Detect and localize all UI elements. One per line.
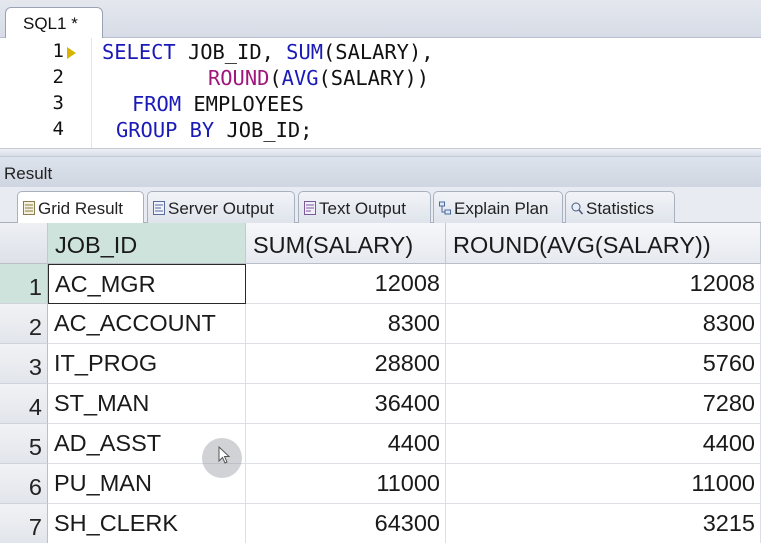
cell-round-avg-salary[interactable]: 5760: [446, 344, 761, 384]
tab-statistics[interactable]: Statistics: [565, 191, 675, 223]
sql-text: EMPLOYEES: [181, 92, 304, 116]
sql-keyword: SELECT: [102, 40, 176, 64]
result-panel-title: Result: [0, 157, 761, 187]
code-line-4: GROUP BY JOB_ID;: [116, 118, 312, 142]
column-header-sum-salary[interactable]: SUM(SALARY): [246, 223, 446, 264]
row-number[interactable]: 3: [0, 344, 48, 384]
cell-sum-salary[interactable]: 28800: [246, 344, 446, 384]
sql-text: (SALARY)): [318, 66, 430, 90]
tab-text-output[interactable]: Text Output: [298, 191, 431, 223]
editor-tab-strip: SQL1 *: [0, 0, 761, 38]
grid-icon: [23, 201, 35, 215]
row-number[interactable]: 5: [0, 424, 48, 464]
cell-sum-salary[interactable]: 8300: [246, 304, 446, 344]
column-header-job-id[interactable]: JOB_ID: [48, 223, 246, 264]
cell-round-avg-salary[interactable]: 11000: [446, 464, 761, 504]
line-number: 3: [52, 92, 64, 114]
tab-label: Explain Plan: [454, 199, 549, 218]
grid-corner: [0, 223, 48, 264]
cell-round-avg-salary[interactable]: 4400: [446, 424, 761, 464]
cell-round-avg-salary[interactable]: 8300: [446, 304, 761, 344]
tab-label: Grid Result: [38, 199, 124, 218]
statistics-icon: [571, 202, 583, 215]
cell-job-id[interactable]: SH_CLERK: [48, 504, 246, 543]
result-grid[interactable]: JOB_ID SUM(SALARY) ROUND(AVG(SALARY)) 1 …: [0, 223, 761, 543]
sql-editor[interactable]: 1 2 3 4 SELECT JOB_ID, SUM(SALARY), ROUN…: [0, 38, 761, 148]
sql-text: JOB_ID,: [175, 40, 287, 64]
sql-function: AVG: [281, 66, 319, 90]
cell-sum-salary[interactable]: 11000: [246, 464, 446, 504]
panel-splitter[interactable]: [0, 148, 761, 157]
code-line-2: ROUND(AVG(SALARY)): [208, 66, 429, 90]
cell-round-avg-salary[interactable]: 3215: [446, 504, 761, 543]
line-number: 4: [52, 118, 64, 140]
result-tab-strip: Grid Result Server Output Text Output Ex…: [0, 187, 761, 224]
tab-grid-result[interactable]: Grid Result: [17, 191, 144, 224]
column-header-round-avg-salary[interactable]: ROUND(AVG(SALARY)): [446, 223, 761, 264]
current-line-arrow-icon: [67, 47, 76, 59]
sql-text: (: [269, 66, 282, 90]
server-output-icon: [153, 201, 165, 215]
row-number[interactable]: 2: [0, 304, 48, 344]
tab-explain-plan[interactable]: Explain Plan: [433, 191, 563, 223]
sql-text: (SALARY),: [323, 40, 434, 64]
tab-label: Server Output: [168, 199, 274, 218]
code-line-3: FROM EMPLOYEES: [132, 92, 304, 116]
cell-job-id[interactable]: ST_MAN: [48, 384, 246, 424]
cell-round-avg-salary[interactable]: 7280: [446, 384, 761, 424]
explain-plan-icon: [439, 201, 451, 215]
tab-server-output[interactable]: Server Output: [147, 191, 295, 223]
cell-sum-salary[interactable]: 64300: [246, 504, 446, 543]
cell-sum-salary[interactable]: 36400: [246, 384, 446, 424]
cell-sum-salary[interactable]: 12008: [246, 264, 446, 304]
tab-sql1[interactable]: SQL1 *: [5, 7, 103, 38]
sql-function: SUM: [286, 40, 324, 64]
sql-function: ROUND: [208, 66, 270, 90]
line-number-gutter: 1 2 3 4: [0, 38, 92, 148]
row-number[interactable]: 6: [0, 464, 48, 504]
cell-job-id[interactable]: IT_PROG: [48, 344, 246, 384]
sql-text: JOB_ID;: [214, 118, 313, 142]
tab-label: Statistics: [586, 199, 655, 218]
tab-label: Text Output: [319, 199, 406, 218]
cell-round-avg-salary[interactable]: 12008: [446, 264, 761, 304]
cell-job-id[interactable]: AC_MGR: [48, 264, 246, 304]
line-number: 1: [52, 40, 64, 62]
line-number: 2: [52, 66, 64, 88]
code-line-1: SELECT JOB_ID, SUM(SALARY),: [102, 40, 434, 64]
sql-keyword: GROUP BY: [116, 118, 215, 142]
sql-keyword: FROM: [132, 92, 182, 116]
row-number[interactable]: 4: [0, 384, 48, 424]
cell-sum-salary[interactable]: 4400: [246, 424, 446, 464]
text-output-icon: [304, 201, 316, 215]
row-number[interactable]: 1: [0, 264, 48, 304]
cell-job-id[interactable]: AC_ACCOUNT: [48, 304, 246, 344]
row-number[interactable]: 7: [0, 504, 48, 543]
mouse-pointer-icon: [218, 446, 230, 464]
